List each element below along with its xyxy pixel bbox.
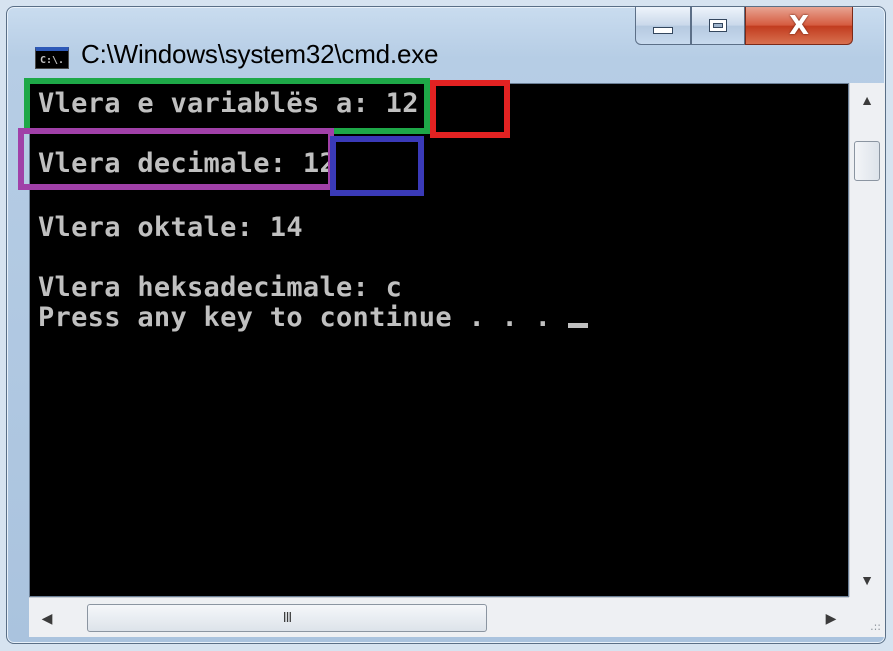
console-line-octal: Vlera oktale: 14 <box>38 212 303 243</box>
vertical-scroll-thumb[interactable] <box>854 141 880 181</box>
cmd-icon[interactable]: C:\. <box>35 47 69 69</box>
maximize-button[interactable] <box>691 7 745 45</box>
minimize-button[interactable] <box>635 7 691 45</box>
horizontal-scroll-thumb[interactable]: III <box>87 604 487 632</box>
octal-label: Vlera oktale: <box>38 212 254 243</box>
scroll-up-icon[interactable]: ▲ <box>850 83 884 117</box>
console-line-hex: Vlera heksadecimale: c <box>38 272 402 303</box>
close-icon: X <box>788 10 810 41</box>
highlight-box-blue <box>330 136 424 196</box>
vertical-scrollbar[interactable]: ▲ ▼ <box>849 83 885 597</box>
scroll-down-icon[interactable]: ▼ <box>850 563 884 597</box>
resize-grip-icon[interactable]: .:: <box>849 597 885 637</box>
octal-value: 14 <box>269 212 303 243</box>
highlight-box-green <box>24 78 430 134</box>
console-line-prompt: Press any key to continue . . . <box>38 302 588 333</box>
minimize-icon <box>653 27 673 34</box>
text-cursor <box>567 323 588 328</box>
close-button[interactable]: X <box>745 7 853 45</box>
scroll-right-icon[interactable]: ▶ <box>813 598 849 638</box>
highlight-box-red <box>430 80 510 138</box>
maximize-icon <box>709 19 727 32</box>
horizontal-scrollbar[interactable]: ◀ III ▶ <box>29 597 849 637</box>
scroll-left-icon[interactable]: ◀ <box>29 598 65 638</box>
continue-prompt: Press any key to continue . . . <box>38 302 568 333</box>
hex-label: Vlera heksadecimale: <box>38 272 370 303</box>
thumb-grip-icon: III <box>282 610 292 626</box>
highlight-box-purple <box>18 128 334 190</box>
hex-value: c <box>385 272 403 303</box>
window-title: C:\Windows\system32\cmd.exe <box>81 39 439 69</box>
